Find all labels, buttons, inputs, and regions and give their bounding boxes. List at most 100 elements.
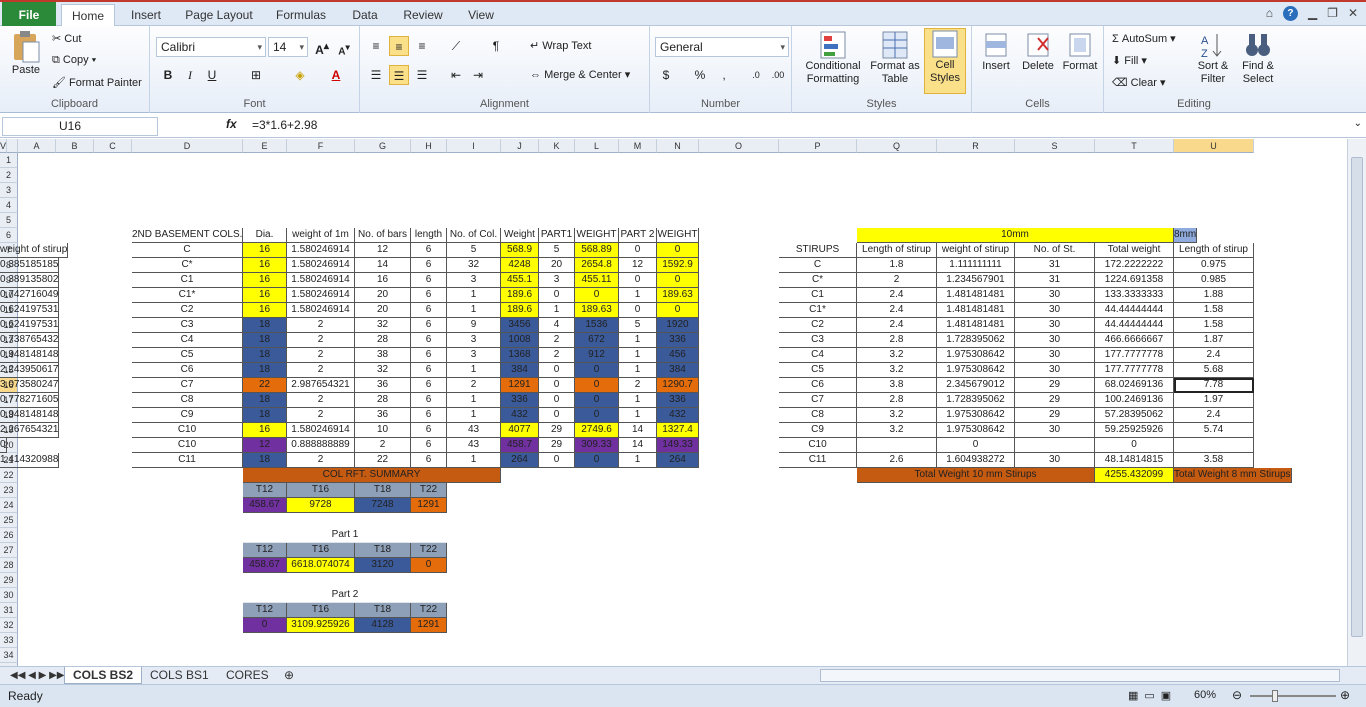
table-cell[interactable]: 2.6 (857, 453, 937, 468)
column-header[interactable]: S (1015, 139, 1095, 153)
table-cell[interactable]: 0 (619, 243, 657, 258)
column-header[interactable]: I (447, 139, 501, 153)
table-cell[interactable]: 2 (287, 453, 355, 468)
horizontal-scrollbar[interactable] (820, 669, 1340, 682)
table-cell[interactable]: length (411, 228, 447, 243)
table-cell[interactable]: 1920 (657, 318, 699, 333)
table-cell[interactable]: 1.88 (1174, 288, 1254, 303)
table-cell[interactable]: Dia. (243, 228, 287, 243)
column-header[interactable]: Q (857, 139, 937, 153)
table-cell[interactable]: 2.267654321 (0, 423, 60, 438)
table-cell[interactable]: 0 (657, 303, 699, 318)
table-cell[interactable]: 6 (411, 288, 447, 303)
table-cell[interactable]: 1291 (411, 618, 447, 633)
table-cell[interactable]: 30 (1015, 333, 1095, 348)
table-cell[interactable]: C2 (779, 318, 857, 333)
table-cell[interactable]: 1.414320988 (0, 453, 60, 468)
table-cell[interactable]: 20 (539, 258, 575, 273)
table-cell[interactable]: 16 (243, 243, 287, 258)
sort-filter-button[interactable]: AZ Sort & Filter (1192, 30, 1234, 86)
table-cell[interactable]: 2 (287, 393, 355, 408)
table-cell[interactable]: 2.8 (857, 333, 937, 348)
table-cell[interactable]: 0.385185185 (0, 258, 60, 273)
table-cell[interactable]: 0 (575, 378, 619, 393)
fill-button[interactable]: ⬇ Fill ▾ (1112, 54, 1147, 67)
accounting-icon[interactable]: $ (656, 65, 676, 85)
table-cell[interactable]: C6 (132, 363, 243, 378)
table-cell[interactable]: 264 (501, 453, 539, 468)
table-cell[interactable]: 6 (411, 408, 447, 423)
table-cell[interactable]: C9 (779, 423, 857, 438)
table-cell[interactable]: 1.58 (1174, 303, 1254, 318)
table-cell[interactable]: 0 (0, 438, 7, 453)
table-cell[interactable]: 44.44444444 (1095, 303, 1174, 318)
table-cell[interactable]: 29 (1015, 378, 1095, 393)
table-cell[interactable]: 1.580246914 (287, 288, 355, 303)
table-cell[interactable]: 384 (501, 363, 539, 378)
table-cell[interactable]: 172.2222222 (1095, 258, 1174, 273)
table-cell[interactable]: 0 (1095, 438, 1174, 453)
table-cell[interactable]: 16 (355, 273, 411, 288)
table-cell[interactable]: 6 (411, 393, 447, 408)
rtl-icon[interactable]: ¶ (486, 36, 506, 56)
zoom-slider[interactable] (1250, 695, 1336, 697)
increase-indent-icon[interactable]: ⇥ (468, 65, 488, 85)
table-cell[interactable]: 2 (619, 378, 657, 393)
table-cell[interactable]: 0.389135802 (0, 273, 60, 288)
table-cell[interactable]: 9 (447, 318, 501, 333)
table-cell[interactable]: 5.68 (1174, 363, 1254, 378)
table-cell[interactable]: WEIGHT (575, 228, 619, 243)
column-header[interactable]: B (56, 139, 94, 153)
align-center-icon[interactable]: ☰ (389, 65, 409, 85)
minimize-icon[interactable]: ▁ (1308, 6, 1317, 21)
table-cell[interactable]: 6 (411, 423, 447, 438)
table-cell[interactable] (857, 438, 937, 453)
table-cell[interactable]: 1.481481481 (937, 288, 1015, 303)
orientation-icon[interactable]: ⟋ (446, 36, 466, 56)
table-cell[interactable]: 18 (243, 363, 287, 378)
table-cell[interactable]: 1327.4 (657, 423, 699, 438)
table-cell[interactable]: 1291 (411, 498, 447, 513)
table-cell[interactable]: 0 (619, 273, 657, 288)
row-header[interactable]: 30 (0, 588, 18, 603)
table-cell[interactable]: 2 (287, 333, 355, 348)
row-header[interactable]: 28 (0, 558, 18, 573)
table-cell[interactable]: 12 (355, 243, 411, 258)
table-cell[interactable]: 44.44444444 (1095, 318, 1174, 333)
table-cell[interactable]: T16 (287, 543, 355, 558)
table-cell[interactable]: 36 (355, 378, 411, 393)
table-cell[interactable]: 1.580246914 (287, 303, 355, 318)
column-header[interactable]: N (657, 139, 699, 153)
row-header[interactable]: 31 (0, 603, 18, 618)
table-cell[interactable]: 3456 (501, 318, 539, 333)
table-cell[interactable]: 0 (575, 408, 619, 423)
fx-icon[interactable]: fx (226, 117, 237, 131)
table-cell[interactable]: 1.580246914 (287, 423, 355, 438)
table-cell[interactable]: 568.9 (501, 243, 539, 258)
table-cell[interactable]: 1.728395062 (937, 393, 1015, 408)
table-cell[interactable]: 0.975 (1174, 258, 1254, 273)
table-cell[interactable]: 6 (411, 378, 447, 393)
table-cell[interactable]: 16 (243, 303, 287, 318)
table-cell[interactable]: 18 (243, 348, 287, 363)
table-cell[interactable]: 1 (539, 303, 575, 318)
table-cell[interactable]: 1.8 (857, 258, 937, 273)
table-cell[interactable]: 0 (575, 288, 619, 303)
row-header[interactable]: 2 (0, 168, 18, 183)
align-bottom-icon[interactable]: ≡ (412, 36, 432, 56)
table-cell[interactable]: 22 (243, 378, 287, 393)
tab-file[interactable]: File (2, 2, 56, 28)
part2-title[interactable]: Part 2 (243, 588, 447, 603)
table-cell[interactable]: T18 (355, 483, 411, 498)
table-cell[interactable]: 1 (619, 333, 657, 348)
row-header[interactable]: 1 (0, 153, 18, 168)
table-cell[interactable]: Total Weight 8 mm Stirups (1174, 468, 1292, 483)
table-cell[interactable]: 1.234567901 (937, 273, 1015, 288)
table-cell[interactable]: 59.25925926 (1095, 423, 1174, 438)
table-cell[interactable]: 1291 (501, 378, 539, 393)
table-cell[interactable]: 1.728395062 (937, 333, 1015, 348)
table-cell[interactable]: 458.67 (243, 558, 287, 573)
row-header[interactable]: 23 (0, 483, 18, 498)
table-cell[interactable]: 1.580246914 (287, 273, 355, 288)
table-cell[interactable]: 264 (657, 453, 699, 468)
